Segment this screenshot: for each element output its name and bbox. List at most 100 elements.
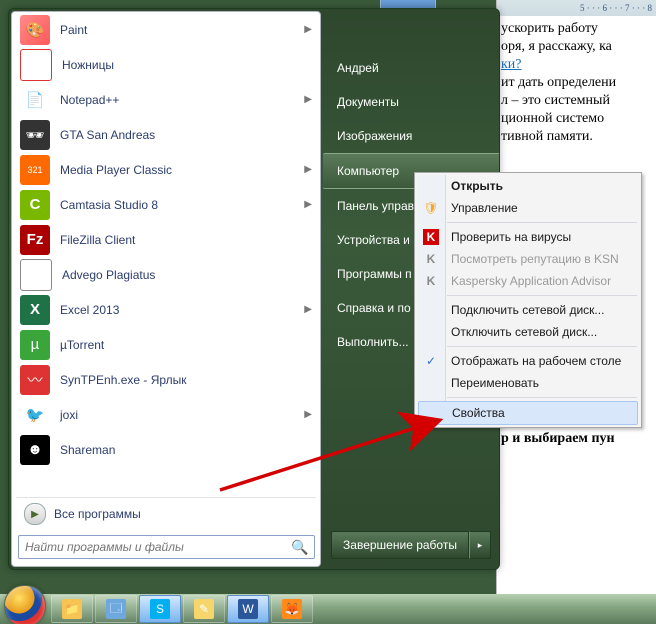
separator [447,222,637,223]
app-item-shareman[interactable]: ☻Shareman [12,432,320,467]
separator [447,295,637,296]
right-item-2[interactable]: Изображения [323,119,499,153]
taskbar-explorer[interactable]: 📁 [51,595,93,623]
ctx-item-1[interactable]: 🛡Управление [417,197,639,219]
app-item-camtasia[interactable]: C Camtasia Studio 8▶ [12,187,320,222]
taskbar-sticky[interactable]: ✎ [183,595,225,623]
doc-text: л – это системный [501,93,610,108]
advego-icon: A [20,259,52,291]
check-icon: ✓ [423,353,439,369]
all-programs-label: Все программы [54,507,141,521]
explorer-icon: 📁 [62,599,82,619]
chevron-right-icon: ▶ [304,164,312,175]
doc-text: ционной системо [501,111,604,126]
ctx-item-3[interactable]: KПроверить на вирусы [417,226,639,248]
ctx-item-7[interactable]: Подключить сетевой диск... [417,299,639,321]
app-item-mpc[interactable]: 321Media Player Classic▶ [12,152,320,187]
ctx-item-label: Отключить сетевой диск... [451,325,597,339]
doc-text: ит дать определени [501,75,616,90]
chevron-right-icon: ▶ [24,503,46,525]
app-label: Shareman [60,443,312,457]
start-menu-left: 🎨Paint▶✂Ножницы📄Notepad++▶🕶GTA San Andre… [11,11,321,567]
sticky-icon: ✎ [194,599,214,619]
right-item-1[interactable]: Документы [323,85,499,119]
ctx-item-8[interactable]: Отключить сетевой диск... [417,321,639,343]
search-input[interactable] [18,535,315,559]
ctx-item-label: Переименовать [451,376,539,390]
taskbar-library[interactable]: 🗔 [95,595,137,623]
ctx-item-label: Отображать на рабочем столе [451,354,621,368]
app-item-notepadpp[interactable]: 📄 Notepad++▶ [12,82,320,117]
chevron-right-icon: ▶ [304,409,312,420]
excel-icon: X [20,295,50,325]
right-item-label: Справка и по [337,301,411,315]
app-item-excel[interactable]: X Excel 2013▶ [12,292,320,327]
chevron-right-icon: ▶ [304,199,312,210]
chevron-right-icon: ▶ [304,304,312,315]
app-label: Advego Plagiatus [62,268,312,282]
kaa-icon: K [423,273,439,289]
taskbar-firefox[interactable]: 🦊 [271,595,313,623]
syntp-icon: 〰 [20,365,50,395]
right-item-label: Программы п [337,267,412,281]
app-item-syntp[interactable]: 〰 SynTPEnh.exe - Ярлык [12,362,320,397]
scissors-icon: ✂ [20,49,52,81]
shutdown-options-button[interactable]: ▸ [469,531,491,559]
doc-text: тивной памяти. [501,129,593,144]
right-item-label: Андрей [337,61,379,75]
shutdown-button[interactable]: Завершение работы ▸ [331,531,491,559]
ruler: 5 · · · 6 · · · 7 · · · 8 [497,0,656,16]
taskbar: 📁 🗔 S ✎ W 🦊 [0,594,656,624]
app-label: SynTPEnh.exe - Ярлык [60,373,312,387]
doc-link[interactable]: ки? [501,57,522,72]
kaspersky-icon: K [423,229,439,245]
filezilla-icon: Fz [20,225,50,255]
joxi-icon: 🐦 [20,400,50,430]
ctx-item-label: Открыть [451,179,503,193]
app-item-gta[interactable]: 🕶 GTA San Andreas [12,117,320,152]
ctx-item-label: Подключить сетевой диск... [451,303,604,317]
skype-icon: S [150,599,170,619]
app-label: Ножницы [62,58,312,72]
gta-icon: 🕶 [20,120,50,150]
ctx-item-10[interactable]: ✓ Отображать на рабочем столе [417,350,639,372]
notepadpp-icon: 📄 [20,85,50,115]
camtasia-icon: C [20,190,50,220]
ctx-item-label: Посмотреть репутацию в KSN [451,252,619,266]
right-item-0[interactable]: Андрей [323,51,499,85]
utorrent-icon: µ [20,330,50,360]
app-label: Camtasia Studio 8 [60,198,304,212]
app-label: µTorrent [60,338,312,352]
right-item-label: Устройства и [337,233,410,247]
app-label: Notepad++ [60,93,304,107]
pinned-apps-list: 🎨Paint▶✂Ножницы📄Notepad++▶🕶GTA San Andre… [12,12,320,497]
taskbar-skype[interactable]: S [139,595,181,623]
doc-text: оря, я расскажу, ка [501,39,612,54]
ctx-item-11[interactable]: Переименовать [417,372,639,394]
shutdown-label: Завершение работы [331,531,469,559]
app-label: FileZilla Client [60,233,312,247]
ctx-item-label: Свойства [452,406,505,420]
app-label: GTA San Andreas [60,128,312,142]
app-label: Excel 2013 [60,303,304,317]
app-item-filezilla[interactable]: Fz FileZilla Client [12,222,320,257]
start-orb[interactable] [4,585,46,624]
app-item-utorrent[interactable]: µ µTorrent [12,327,320,362]
app-item-joxi[interactable]: 🐦joxi▶ [12,397,320,432]
app-item-paint[interactable]: 🎨Paint▶ [12,12,320,47]
app-item-scissors[interactable]: ✂ Ножницы [12,47,320,82]
firefox-icon: 🦊 [282,599,302,619]
word-icon: W [238,599,258,619]
chevron-right-icon: ▶ [304,94,312,105]
all-programs[interactable]: ▶ Все программы [12,498,320,530]
app-item-advego[interactable]: A Advego Plagiatus [12,257,320,292]
search-icon[interactable]: 🔍 [286,535,314,559]
ctx-item-13[interactable]: Свойства [418,401,638,425]
ctx-item-5: KKaspersky Application Advisor [417,270,639,292]
right-item-label: Компьютер [337,164,399,178]
doc-text: ускорить работу [501,21,598,36]
separator [447,397,637,398]
ksn-icon: K [423,251,439,267]
taskbar-word[interactable]: W [227,595,269,623]
ctx-item-0[interactable]: Открыть [417,175,639,197]
